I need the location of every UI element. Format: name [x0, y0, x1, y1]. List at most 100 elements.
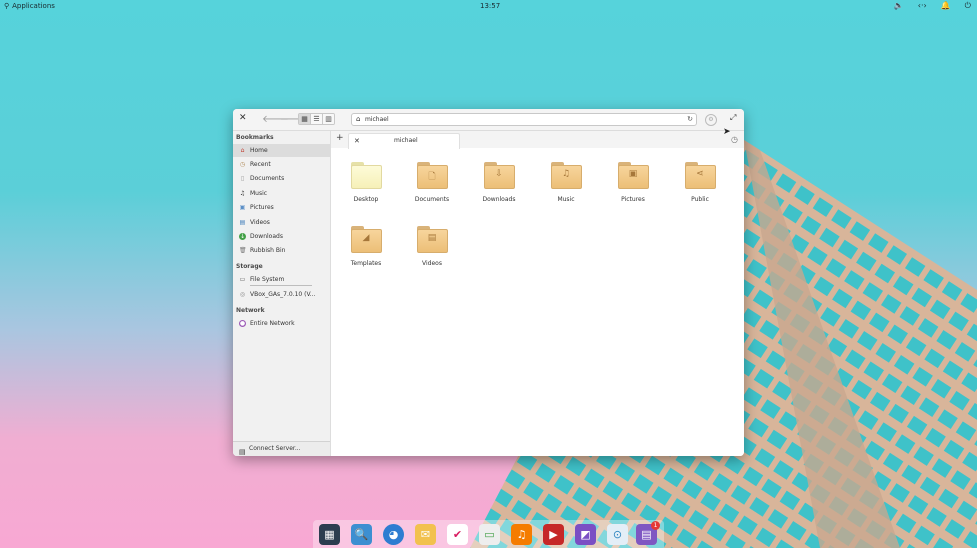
settings-icon[interactable]: ⊙: [607, 524, 628, 545]
folder-item[interactable]: ◢ Templates: [336, 226, 396, 267]
sidebar-item-label: Home: [250, 147, 268, 154]
history-icon[interactable]: ◷: [731, 135, 738, 144]
folder-grid: Desktop 🗋 Documents ⇩ Downloads ♫ Music …: [331, 149, 744, 456]
videos-app-icon[interactable]: ▶: [543, 524, 564, 545]
calendar-icon[interactable]: ▭: [479, 524, 500, 545]
update-count-badge: 1: [651, 521, 660, 530]
folder-documents-icon: 🗋: [416, 162, 448, 189]
folder-item[interactable]: Desktop: [336, 162, 396, 203]
sidebar: Bookmarks ⌂ Home ◷ Recent ▯ Documents ♫ …: [233, 131, 331, 456]
folder-item[interactable]: ⇩ Downloads: [469, 162, 529, 203]
bookmarks-heading: Bookmarks: [236, 134, 274, 141]
folder-item[interactable]: 🗋 Documents: [402, 162, 462, 203]
sidebar-item-label: Entire Network: [250, 320, 295, 327]
folder-name: Music: [557, 196, 575, 203]
applications-label: Applications: [12, 2, 55, 10]
connect-server-button[interactable]: ▤ Connect Server...: [233, 441, 330, 456]
home-icon[interactable]: ⌂: [356, 114, 360, 125]
tab-bar: + ✕ michael ◷: [331, 131, 744, 149]
file-manager-window: ✕ 🡐 🡒 ▦ ☰ ▥ ⌂ michael ↻ ⚙ ⤢ Bookmarks ⌂ …: [233, 109, 744, 456]
files-icon[interactable]: 🔍: [351, 524, 372, 545]
network-icon: ●: [239, 320, 246, 327]
document-icon: ▯: [240, 175, 245, 182]
reload-icon[interactable]: ↻: [687, 114, 693, 125]
folder-name: Downloads: [482, 196, 516, 203]
picture-icon: ▣: [239, 204, 246, 211]
header-bar: ✕ 🡐 🡒 ▦ ☰ ▥ ⌂ michael ↻ ⚙ ⤢: [233, 109, 744, 131]
sidebar-item-home[interactable]: ⌂ Home: [233, 144, 330, 157]
server-icon: ▤: [239, 448, 246, 456]
applications-menu[interactable]: ⚲ Applications: [4, 2, 55, 10]
folder-name: Documents: [414, 196, 450, 203]
folder-downloads-icon: ⇩: [483, 162, 515, 189]
close-tab-icon[interactable]: ✕: [354, 134, 360, 148]
sidebar-item-recent[interactable]: ◷ Recent: [233, 158, 330, 171]
folder-name: Desktop: [353, 196, 379, 203]
connect-server-label: Connect Server...: [249, 445, 301, 452]
download-icon: ↓: [239, 233, 246, 240]
volume-icon[interactable]: 🔈: [894, 1, 904, 11]
settings-menu-icon[interactable]: ⚙: [705, 114, 717, 126]
tasks-icon[interactable]: ✔: [447, 524, 468, 545]
disc-icon: ◎: [239, 291, 246, 298]
sidebar-item-vbox-disc[interactable]: ◎ VBox_GAs_7.0.10 (V...: [233, 288, 330, 301]
music-icon: ♫: [239, 190, 246, 197]
folder-music-icon: ♫: [550, 162, 582, 189]
network-indicator-icon[interactable]: ‹·›: [918, 1, 927, 11]
folder-item[interactable]: ▤ Videos: [402, 226, 462, 267]
tab-michael[interactable]: ✕ michael: [348, 133, 460, 149]
sidebar-item-pictures[interactable]: ▣ Pictures: [233, 201, 330, 214]
path-bar[interactable]: ⌂ michael ↻: [351, 113, 697, 126]
sidebar-item-music[interactable]: ♫ Music: [233, 187, 330, 200]
sidebar-item-label: Downloads: [250, 233, 283, 240]
folder-public-icon: ⋖: [684, 162, 716, 189]
sidebar-item-label: Recent: [250, 161, 271, 168]
notifications-icon[interactable]: 🔔: [941, 1, 951, 11]
folder-item[interactable]: ▣ Pictures: [603, 162, 663, 203]
folder-item[interactable]: ♫ Music: [536, 162, 596, 203]
sidebar-item-documents[interactable]: ▯ Documents: [233, 172, 330, 185]
close-window-icon[interactable]: ✕: [239, 113, 247, 123]
tab-label: michael: [394, 137, 418, 144]
disk-usage-bar: [250, 285, 312, 286]
folder-name: Public: [691, 196, 709, 203]
appcenter-icon[interactable]: ▤ 1: [636, 521, 660, 545]
trash-icon: 🗑: [239, 247, 247, 254]
sidebar-item-entire-network[interactable]: ● Entire Network: [233, 317, 330, 330]
sidebar-item-label: Music: [250, 190, 268, 197]
sidebar-item-downloads[interactable]: ↓ Downloads: [233, 230, 330, 243]
new-tab-button[interactable]: +: [336, 133, 344, 143]
clock[interactable]: 13:57: [480, 2, 500, 10]
grid-view-icon[interactable]: ▦: [299, 114, 310, 124]
dock: ▦ 🔍 ◕ ✉ ✔ ▭ ♫ ▶ ◩ ⊙ ▤ 1: [313, 520, 664, 548]
multitasking-icon[interactable]: ▦: [319, 524, 340, 545]
storage-heading: Storage: [236, 263, 263, 270]
browser-icon[interactable]: ◕: [383, 524, 404, 545]
folder-name: Templates: [350, 260, 382, 267]
power-icon[interactable]: ⏻: [965, 1, 971, 11]
view-mode-switcher: ▦ ☰ ▥: [298, 113, 335, 125]
sidebar-item-rubbish-bin[interactable]: 🗑 Rubbish Bin: [233, 244, 330, 257]
home-icon: ⌂: [240, 147, 245, 154]
music-app-icon[interactable]: ♫: [511, 524, 532, 545]
folder-name: Videos: [422, 260, 442, 267]
video-icon: ▤: [239, 219, 246, 226]
folder-pictures-icon: ▣: [617, 162, 649, 189]
folder-templates-icon: ◢: [350, 226, 382, 253]
drive-icon: ▭: [239, 276, 246, 283]
folder-videos-icon: ▤: [416, 226, 448, 253]
sidebar-item-label: Videos: [250, 219, 270, 226]
breadcrumb[interactable]: michael: [365, 114, 389, 125]
top-panel: ⚲ Applications 13:57 🔈 ‹·› 🔔 ⏻: [0, 0, 977, 12]
list-view-icon[interactable]: ☰: [310, 114, 322, 124]
maximize-icon[interactable]: ⤢: [730, 113, 736, 123]
column-view-icon[interactable]: ▥: [322, 114, 334, 124]
sidebar-item-label: Pictures: [250, 204, 274, 211]
mail-icon[interactable]: ✉: [415, 524, 436, 545]
photos-app-icon[interactable]: ◩: [575, 524, 596, 545]
sidebar-item-label: VBox_GAs_7.0.10 (V...: [250, 291, 316, 298]
sidebar-item-label: Documents: [250, 175, 285, 182]
folder-item[interactable]: ⋖ Public: [670, 162, 730, 203]
sidebar-item-videos[interactable]: ▤ Videos: [233, 216, 330, 229]
mouse-pointer-icon: ➤: [723, 127, 731, 137]
